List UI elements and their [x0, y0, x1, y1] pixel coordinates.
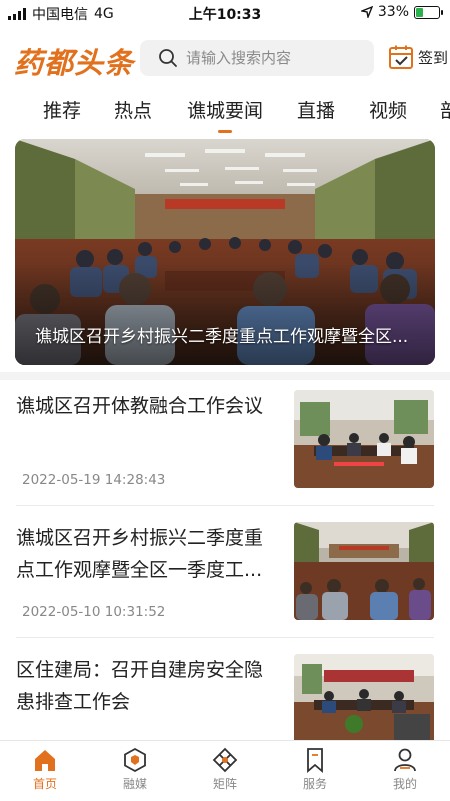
list-separator: [16, 505, 434, 506]
nav-label: 融媒: [122, 777, 147, 791]
matrix-icon: [212, 747, 238, 773]
tab-qiaocheng-news[interactable]: 谯城要闻: [187, 96, 264, 133]
top-header: 药都头条 签到: [0, 34, 450, 86]
news-item[interactable]: 谯城区召开体教融合工作会议 2022-05-19 14:28:43: [0, 390, 450, 520]
nav-label: 我的: [392, 777, 417, 791]
nav-label: 矩阵: [212, 777, 237, 791]
nav-label: 首页: [32, 777, 57, 791]
news-thumbnail: [294, 390, 434, 488]
nav-service[interactable]: 服务: [275, 747, 355, 792]
news-title: 谯城区召开乡村振兴二季度重点工作观摩暨全区一季度工...: [16, 527, 264, 581]
user-icon: [394, 748, 416, 772]
signin-label: 签到: [418, 48, 449, 67]
tab-label: 谯城要闻: [187, 100, 264, 122]
nav-home[interactable]: 首页: [5, 747, 85, 792]
tab-label: 部: [440, 100, 450, 122]
tab-label: 推荐: [43, 100, 82, 122]
bookmark-icon: [307, 748, 323, 773]
active-tab-indicator: [218, 130, 232, 133]
list-separator: [16, 637, 434, 638]
tab-department[interactable]: 部: [440, 96, 450, 123]
app-logo: 药都头条: [14, 46, 135, 80]
location-arrow-icon: [360, 6, 373, 18]
news-date: 2022-05-10 10:31:52: [22, 604, 166, 620]
news-thumbnail: [294, 654, 434, 752]
news-title: 区住建局：召开自建房安全隐患排查工作会: [16, 659, 264, 713]
search-bar[interactable]: [140, 40, 374, 76]
tab-video[interactable]: 视频: [369, 96, 407, 123]
status-bar: 中国电信 4G 上午10:33 33%: [0, 0, 450, 26]
news-thumbnail: [294, 522, 434, 620]
tab-label: 直播: [297, 100, 336, 122]
news-title: 谯城区召开体教融合工作会议: [16, 395, 264, 417]
calendar-check-icon: [389, 45, 413, 69]
hero-banner[interactable]: 谯城区召开乡村振兴二季度重点工作观摩暨全区...: [15, 139, 435, 365]
media-hexagon-icon: [124, 747, 146, 773]
category-tabs: 推荐 热点 谯城要闻 直播 视频 部: [0, 92, 450, 134]
battery-percent: 33%: [377, 4, 409, 20]
news-item[interactable]: 谯城区召开乡村振兴二季度重点工作观摩暨全区一季度工... 2022-05-10 …: [0, 522, 450, 652]
nav-label: 服务: [302, 777, 327, 791]
home-icon: [35, 750, 55, 771]
hero-caption: 谯城区召开乡村振兴二季度重点工作观摩暨全区...: [35, 327, 409, 347]
news-date: 2022-05-19 14:28:43: [22, 472, 166, 488]
nav-media[interactable]: 融媒: [95, 747, 175, 792]
section-divider: [0, 372, 450, 380]
tab-hot[interactable]: 热点: [114, 96, 152, 123]
tab-recommend[interactable]: 推荐: [43, 96, 81, 123]
search-input[interactable]: [184, 48, 368, 68]
nav-profile[interactable]: 我的: [365, 747, 445, 792]
search-icon: [159, 49, 177, 67]
tab-live[interactable]: 直播: [297, 96, 335, 123]
battery-icon: [414, 5, 443, 19]
signin-button[interactable]: 签到: [388, 44, 448, 70]
tab-label: 视频: [369, 100, 408, 122]
tab-label: 热点: [114, 100, 153, 122]
bottom-nav: 首页 融媒 矩阵 服务 我的: [0, 740, 450, 801]
nav-matrix[interactable]: 矩阵: [185, 747, 265, 792]
